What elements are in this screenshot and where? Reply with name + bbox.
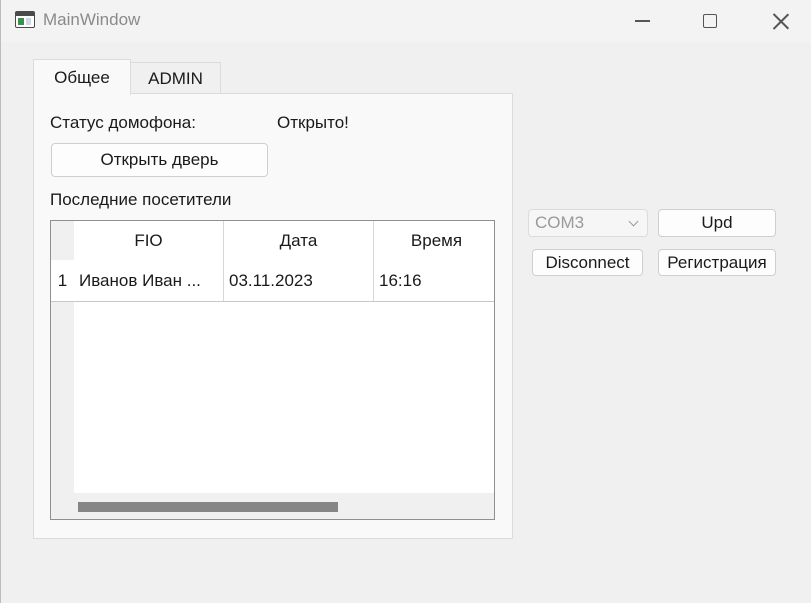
row-number[interactable]: 1: [51, 260, 74, 302]
main-window: MainWindow ADMIN Общее Статус домофона: …: [0, 0, 811, 603]
com-port-value: COM3: [535, 213, 585, 232]
intercom-status-value: Открыто!: [277, 113, 349, 132]
com-port-select[interactable]: COM3: [528, 209, 648, 237]
update-ports-button[interactable]: Upd: [658, 209, 776, 237]
register-button[interactable]: Регистрация: [658, 249, 776, 276]
title-bar[interactable]: MainWindow: [1, 0, 811, 42]
table-cell-fio[interactable]: Иванов Иван ...: [74, 260, 224, 302]
maximize-icon: [703, 14, 717, 28]
chevron-down-icon: [628, 216, 639, 227]
table-cell-date[interactable]: 03.11.2023: [224, 260, 374, 302]
window-title: MainWindow: [43, 10, 141, 29]
close-icon: [772, 13, 789, 30]
open-door-button[interactable]: Открыть дверь: [51, 143, 268, 177]
close-button[interactable]: [757, 0, 803, 42]
visitors-table[interactable]: FIO Дата Время 1 Иванов Иван ... 03.11.2…: [50, 220, 495, 520]
column-header-fio[interactable]: FIO: [74, 221, 224, 260]
recent-visitors-label: Последние посетители: [50, 190, 232, 209]
disconnect-button[interactable]: Disconnect: [532, 249, 643, 276]
tab-general[interactable]: Общее: [33, 59, 131, 95]
row-divider: [51, 301, 494, 302]
window-app-icon: [15, 11, 35, 28]
minimize-button[interactable]: [619, 0, 665, 42]
table-cell-time[interactable]: 16:16: [374, 260, 494, 302]
maximize-button[interactable]: [687, 0, 733, 42]
tab-admin[interactable]: ADMIN: [130, 62, 221, 94]
minimize-icon: [634, 20, 650, 22]
intercom-status-label: Статус домофона:: [50, 113, 196, 132]
column-header-time[interactable]: Время: [374, 221, 494, 260]
horizontal-scrollbar-thumb[interactable]: [78, 502, 338, 512]
column-header-date[interactable]: Дата: [224, 221, 374, 260]
